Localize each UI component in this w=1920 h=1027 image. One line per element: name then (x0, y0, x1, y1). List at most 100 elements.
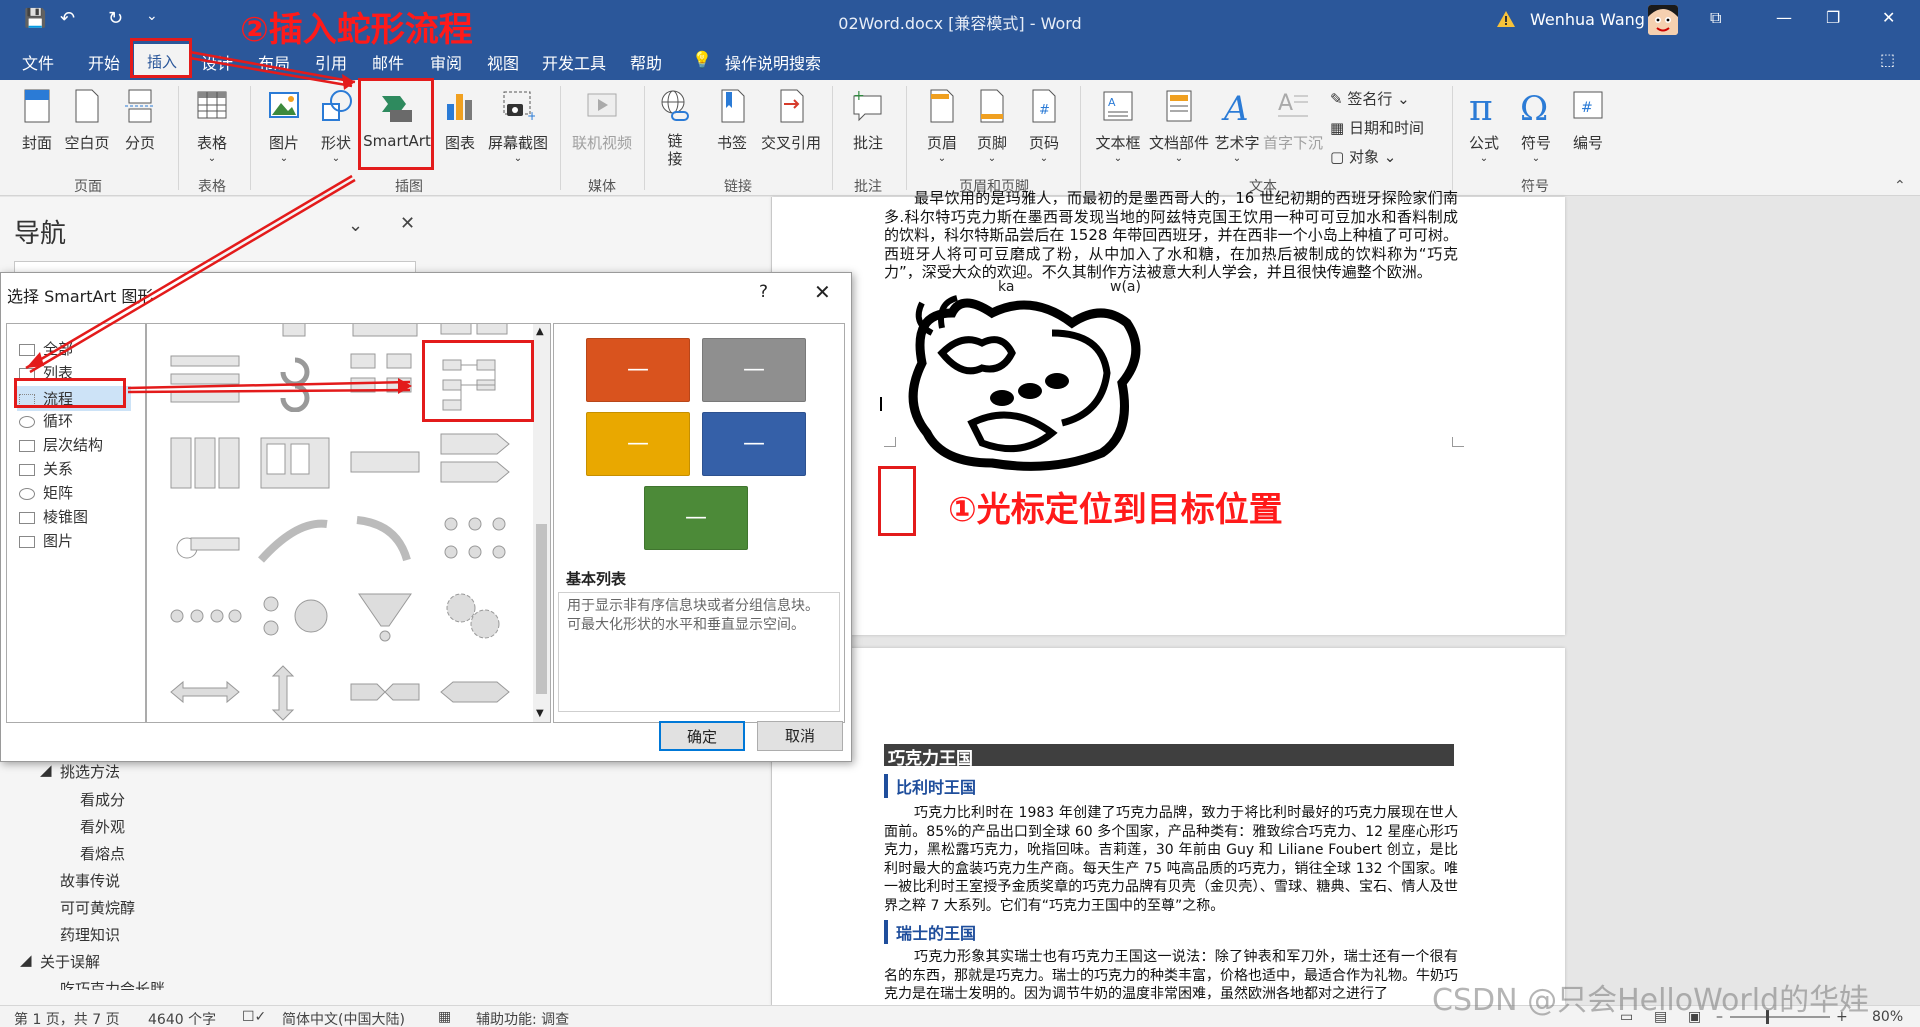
proofing-icon[interactable]: ☐✓ (242, 1009, 266, 1025)
wordart-button[interactable]: A 艺术字 ⌄ (1212, 88, 1262, 164)
process-layout-thumb[interactable] (257, 434, 333, 496)
ribbon-display-icon[interactable]: ⧉ (1710, 8, 1721, 28)
share-icon[interactable]: ⬚ (1880, 50, 1895, 69)
paragraph-belgium[interactable]: 巧克力比利时在 1983 年创建了巧克力品牌，致力于将比利时最好的巧克力展现在世… (884, 804, 1458, 915)
mayan-glyph-image[interactable] (902, 293, 1152, 473)
tab-view[interactable]: 视图 (487, 50, 519, 74)
screenshot-button[interactable]: + 屏幕截图 ⌄ (486, 88, 550, 164)
nav-item-pharmacology[interactable]: 药理知识 (60, 924, 120, 945)
tab-review[interactable]: 审阅 (430, 50, 462, 74)
process-layout-thumb[interactable] (347, 350, 423, 412)
language[interactable]: 简体中文(中国大陆) (282, 1009, 405, 1027)
tab-help[interactable]: 帮助 (630, 50, 662, 74)
nav-item-legend[interactable]: 故事传说 (60, 870, 120, 891)
process-layout-thumb[interactable] (437, 510, 513, 572)
tab-home[interactable]: 开始 (88, 50, 120, 74)
heading-belgium[interactable]: 比利时王国 (884, 774, 976, 798)
process-layout-thumb[interactable] (347, 662, 423, 723)
nav-item-pick-method[interactable]: 挑选方法 (60, 761, 120, 782)
process-layout-thumb[interactable] (167, 510, 243, 572)
equation-button[interactable]: π 公式 ⌄ (1466, 88, 1502, 164)
bookmark-button[interactable]: 书签 (712, 88, 752, 153)
object-button[interactable]: ▢ 对象 ⌄ (1330, 146, 1396, 167)
blank-page-button[interactable]: 空白页 (64, 88, 110, 153)
category-all[interactable]: 全部 (19, 338, 73, 359)
category-picture[interactable]: 图片 (19, 530, 73, 551)
nav-item-misconceptions[interactable]: 关于误解 (40, 951, 100, 972)
category-matrix[interactable]: 矩阵 (19, 482, 73, 503)
user-name[interactable]: Wenhua Wang (1530, 10, 1645, 29)
category-relationship[interactable]: 关系 (19, 458, 73, 479)
chart-button[interactable]: 图表 (440, 88, 480, 153)
drop-cap-button[interactable]: A 首字下沉 (1262, 88, 1324, 153)
nav-item-arrow-icon[interactable]: ◢ (40, 761, 52, 779)
nav-item-arrow-icon[interactable]: ◢ (20, 951, 32, 969)
page-count[interactable]: 第 1 页，共 7 页 (14, 1009, 120, 1027)
minimize-icon[interactable]: — (1776, 8, 1792, 27)
nav-item-appearance[interactable]: 看外观 (80, 816, 125, 837)
process-layout-thumb[interactable] (437, 662, 513, 723)
accessibility-status[interactable]: 辅助功能: 调查 (476, 1009, 569, 1027)
nav-close-icon[interactable]: ✕ (400, 213, 415, 234)
nav-options-icon[interactable]: ⌄ (348, 215, 363, 236)
avatar[interactable] (1648, 5, 1678, 35)
warning-icon[interactable] (1496, 10, 1516, 28)
tell-me-search[interactable]: 操作说明搜索 (725, 50, 821, 74)
zoom-level[interactable]: 80% (1872, 1009, 1903, 1025)
footer-button[interactable]: 页脚 ⌄ (972, 88, 1012, 164)
date-time-button[interactable]: ▦ 日期和时间 (1330, 117, 1424, 138)
scroll-down-icon[interactable]: ▼ (536, 708, 544, 719)
process-layout-thumb[interactable] (167, 350, 243, 412)
shapes-button[interactable]: 形状 ⌄ (316, 88, 356, 164)
nav-item-gain-weight[interactable]: 吃巧克力会长胖 (60, 978, 165, 990)
signature-line-button[interactable]: ✎ 签名行 ⌄ (1330, 88, 1410, 109)
scroll-up-icon[interactable]: ▲ (536, 326, 544, 337)
tab-mailings[interactable]: 邮件 (372, 50, 404, 74)
gallery-scrollbar[interactable]: ▲ ▼ (533, 324, 550, 722)
tab-references[interactable]: 引用 (315, 50, 347, 74)
word-count[interactable]: 4640 个字 (148, 1009, 216, 1027)
paragraph-switzerland[interactable]: 巧克力形象其实瑞士也有巧克力王国这一说法：除了钟表和军刀外，瑞士还有一个很有名的… (884, 948, 1458, 1004)
page-break-button[interactable]: 分页 (122, 88, 158, 153)
tab-developer[interactable]: 开发工具 (542, 50, 606, 74)
tab-design[interactable]: 设计 (201, 50, 233, 74)
close-dialog-icon[interactable]: ✕ (814, 280, 831, 304)
ok-button[interactable]: 确定 (659, 721, 745, 751)
macro-icon[interactable]: ▦ (438, 1009, 451, 1025)
tab-file[interactable]: 文件 (22, 50, 54, 74)
numbering-button[interactable]: # 编号 (1570, 88, 1606, 153)
process-layout-thumb[interactable] (257, 350, 333, 412)
category-hierarchy[interactable]: 层次结构 (19, 434, 103, 455)
table-button[interactable]: 表格 ⌄ (192, 88, 232, 164)
process-layout-thumb[interactable] (257, 662, 333, 723)
process-layout-thumb[interactable] (347, 586, 423, 648)
close-icon[interactable]: ✕ (1882, 8, 1895, 27)
process-layout-thumb[interactable] (167, 434, 243, 496)
nav-item-ingredients[interactable]: 看成分 (80, 789, 125, 810)
process-layout-thumb[interactable] (437, 586, 513, 648)
process-layout-thumb[interactable] (347, 434, 423, 496)
category-pyramid[interactable]: 棱锥图 (19, 506, 88, 527)
cover-page-button[interactable]: 封面 (18, 88, 56, 153)
scroll-thumb[interactable] (536, 524, 547, 694)
tab-layout[interactable]: 布局 (258, 50, 290, 74)
process-layout-thumb[interactable] (167, 586, 243, 648)
picture-button[interactable]: 图片 ⌄ (264, 88, 304, 164)
nav-item-melting-point[interactable]: 看熔点 (80, 843, 125, 864)
process-layout-thumb[interactable] (347, 510, 423, 572)
restore-icon[interactable]: ❐ (1826, 8, 1840, 27)
heading-chocolate-kingdom[interactable]: 巧克力王国 (888, 744, 973, 769)
textbox-button[interactable]: A 文本框 ⌄ (1094, 88, 1142, 164)
comment-button[interactable]: + 批注 (848, 88, 888, 153)
category-cycle[interactable]: 循环 (19, 410, 73, 431)
symbol-button[interactable]: Ω 符号 ⌄ (1518, 88, 1554, 164)
cancel-button[interactable]: 取消 (757, 721, 843, 751)
process-layout-thumb[interactable] (167, 662, 243, 723)
quick-parts-button[interactable]: 文档部件 ⌄ (1148, 88, 1210, 164)
process-layout-thumb[interactable] (257, 510, 333, 572)
header-button[interactable]: 页眉 ⌄ (922, 88, 962, 164)
nav-item-flavanol[interactable]: 可可黄烷醇 (60, 897, 135, 918)
paragraph-history[interactable]: 最早饮用的是玛雅人，而最初的是墨西哥人的，16 世纪初期的西班牙探险家们南多.科… (884, 189, 1458, 282)
help-icon[interactable]: ? (759, 282, 768, 302)
process-layout-thumb[interactable] (257, 586, 333, 648)
